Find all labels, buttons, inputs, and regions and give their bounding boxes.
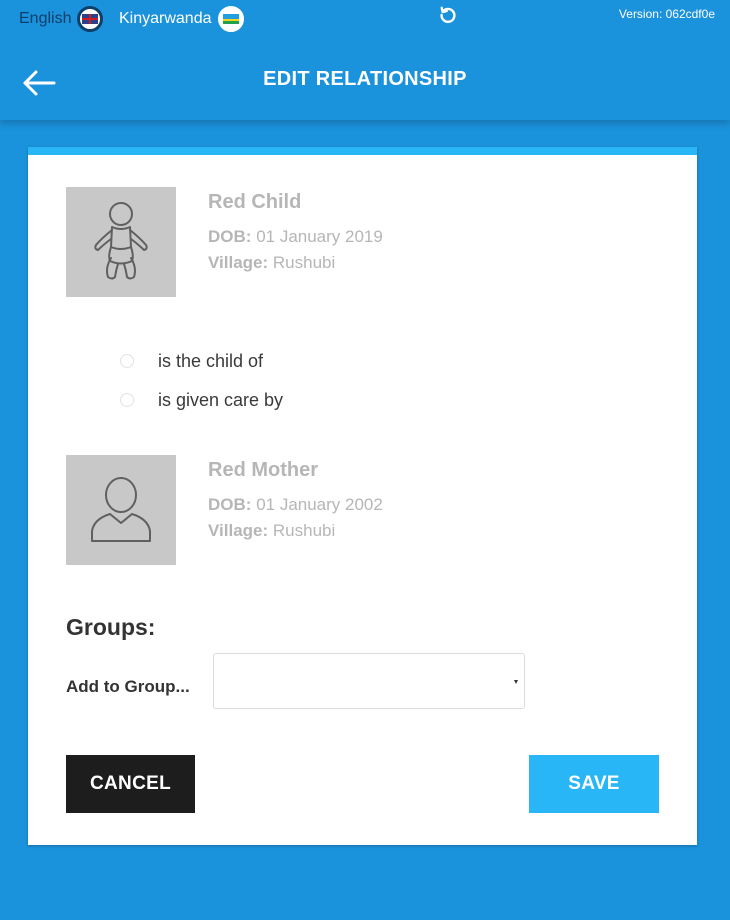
uk-flag-icon bbox=[77, 6, 104, 32]
caret-down-icon bbox=[514, 680, 518, 684]
person-a-avatar bbox=[66, 187, 176, 297]
adult-person-icon bbox=[91, 477, 151, 542]
edit-relationship-card: Red Child DOB: 01 January 2019 Village: … bbox=[28, 147, 697, 845]
radio-button[interactable] bbox=[120, 354, 134, 368]
page-title: EDIT RELATIONSHIP bbox=[263, 68, 467, 90]
dob-label: DOB: bbox=[208, 227, 252, 246]
person-a-village: Village: Rushubi bbox=[208, 253, 335, 273]
cancel-button[interactable]: CANCEL bbox=[66, 755, 195, 813]
person-a-dob: DOB: 01 January 2019 bbox=[208, 227, 383, 247]
village-label: Village: bbox=[208, 253, 269, 272]
village-value: Rushubi bbox=[272, 521, 336, 540]
refresh-icon[interactable] bbox=[437, 4, 459, 26]
version-label: Version: 062cdf0e bbox=[618, 7, 715, 21]
person-a-name: Red Child bbox=[208, 191, 302, 213]
person-b-name: Red Mother bbox=[208, 459, 318, 481]
radio-button[interactable] bbox=[120, 393, 134, 407]
language-kinyarwanda[interactable]: Kinyarwanda bbox=[119, 5, 244, 33]
radio-label: is given care by bbox=[158, 389, 284, 410]
language-label-english: English bbox=[19, 10, 72, 27]
dob-label: DOB: bbox=[208, 495, 252, 514]
language-english[interactable]: English bbox=[19, 5, 104, 33]
add-to-group-label: Add to Group... bbox=[66, 677, 190, 696]
person-b-village: Village: Rushubi bbox=[208, 521, 335, 541]
language-label-kinyarwanda: Kinyarwanda bbox=[119, 10, 212, 27]
save-button[interactable]: SAVE bbox=[529, 755, 659, 813]
rwanda-flag-icon bbox=[217, 6, 244, 32]
group-select-dropdown[interactable] bbox=[213, 653, 525, 709]
village-label: Village: bbox=[208, 521, 269, 540]
person-b-dob: DOB: 01 January 2002 bbox=[208, 495, 383, 515]
baby-icon bbox=[94, 202, 148, 280]
groups-heading: Groups: bbox=[66, 614, 156, 640]
relationship-option-given-care-by[interactable]: is given care by bbox=[120, 387, 283, 413]
radio-label: is the child of bbox=[158, 350, 264, 371]
dob-value: 01 January 2019 bbox=[256, 227, 383, 246]
village-value: Rushubi bbox=[272, 253, 336, 272]
dob-value: 01 January 2002 bbox=[256, 495, 383, 514]
person-b-avatar bbox=[66, 455, 176, 565]
top-bar: English Kinyarwanda Version: 062cdf0e ED… bbox=[0, 0, 730, 120]
relationship-option-child-of[interactable]: is the child of bbox=[120, 348, 263, 374]
